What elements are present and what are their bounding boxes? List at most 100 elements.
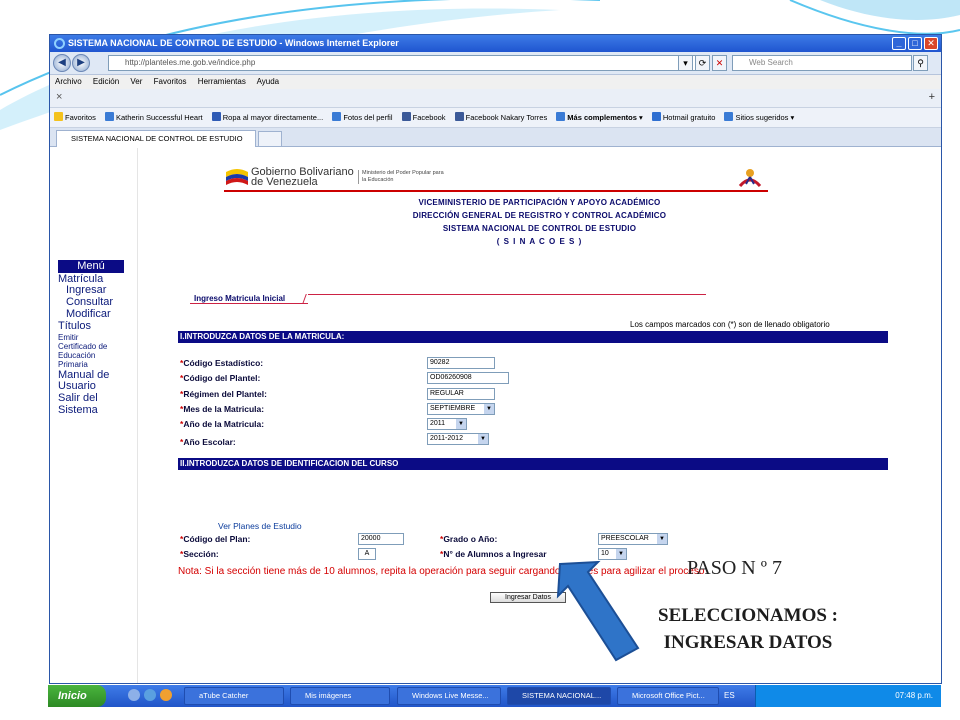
label-codigo-estadistico: *Código Estadístico:: [180, 358, 264, 368]
seccion-input[interactable]: A: [358, 548, 376, 560]
menu-ayuda[interactable]: Ayuda: [257, 77, 280, 86]
back-icon[interactable]: ◀: [53, 54, 71, 72]
firefox-quicklaunch-icon[interactable]: [160, 689, 172, 701]
taskbar-item-atube[interactable]: aTube Catcher: [184, 687, 284, 705]
menu-favoritos[interactable]: Favoritos: [154, 77, 187, 86]
page-icon: [724, 112, 734, 121]
add-toolbar-icon[interactable]: +: [929, 91, 935, 103]
window-titlebar: SISTEMA NACIONAL DE CONTROL DE ESTUDIO -…: [50, 35, 941, 52]
fav-item-hotmail[interactable]: Hotmail gratuito: [651, 108, 715, 128]
header-line-3: SISTEMA NACIONAL DE CONTROL DE ESTUDIO: [442, 224, 637, 233]
header-line-4: ( S I N A C O E S ): [496, 237, 583, 246]
codigo-plan-input[interactable]: 20000: [358, 533, 404, 545]
anio-select[interactable]: 2011 ▼: [427, 418, 467, 430]
sidebar-item-emitir[interactable]: Emitir: [58, 333, 78, 342]
codigo-plantel-input[interactable]: OD06260908: [427, 372, 509, 384]
facebook-icon: [454, 112, 464, 121]
window-title: SISTEMA NACIONAL DE CONTROL DE ESTUDIO -…: [68, 38, 399, 48]
required-note: Los campos marcados con (*) son de llena…: [630, 320, 830, 329]
system-tray: 07:48 p.m.: [755, 685, 941, 707]
url-dropdown-icon[interactable]: ▾: [678, 55, 693, 71]
new-tab-button[interactable]: [258, 131, 282, 146]
left-column: [50, 148, 138, 683]
instruction-text: SELECCIONAMOS : INGRESAR DATOS: [658, 605, 838, 653]
fav-item-facebook[interactable]: Facebook: [401, 108, 446, 128]
start-button[interactable]: Inicio: [48, 685, 106, 707]
language-indicator[interactable]: ES: [724, 685, 735, 707]
url-input[interactable]: http://planteles.me.gob.ve/indice.php: [108, 55, 700, 71]
sidebar-item-ingresar[interactable]: Ingresar: [66, 285, 106, 296]
url-text: http://planteles.me.gob.ve/indice.php: [125, 58, 256, 67]
chevron-down-icon: ▼: [657, 534, 667, 544]
search-input[interactable]: Web Search: [732, 55, 912, 71]
tab-bar: SISTEMA NACIONAL DE CONTROL DE ESTUDIO: [50, 128, 941, 147]
label-codigo-plan: *Código del Plan:: [180, 534, 251, 544]
sidebar-item-sistema[interactable]: Sistema: [58, 405, 98, 416]
menu-herramientas[interactable]: Herramientas: [198, 77, 246, 86]
taskbar-item-office[interactable]: Microsoft Office Pict...: [617, 687, 719, 705]
hotmail-icon: [651, 112, 661, 121]
close-button[interactable]: ✕: [924, 37, 938, 50]
taskbar-item-sinacoes[interactable]: SISTEMA NACIONAL...: [507, 687, 611, 705]
search-icon[interactable]: ⚲: [913, 55, 928, 71]
ver-planes-link[interactable]: Ver Planes de Estudio: [218, 521, 302, 531]
refresh-icon[interactable]: ⟳: [695, 55, 710, 71]
toolbar-row: × +: [50, 89, 941, 108]
regimen-input[interactable]: REGULAR: [427, 388, 495, 400]
fav-item-mas-complementos[interactable]: Más complementos ▾: [556, 108, 643, 128]
quicklaunch-icon[interactable]: [128, 689, 140, 701]
ie-window: SISTEMA NACIONAL DE CONTROL DE ESTUDIO -…: [49, 34, 942, 684]
codigo-estadistico-input[interactable]: 90282: [427, 357, 495, 369]
facebook-icon: [401, 112, 411, 121]
sidebar-item-educacion[interactable]: Educación: [58, 351, 95, 360]
page-icon: [332, 112, 342, 121]
tab-sinacoes[interactable]: SISTEMA NACIONAL DE CONTROL DE ESTUDIO: [56, 130, 256, 147]
chevron-down-icon: ▼: [484, 404, 494, 414]
mes-select[interactable]: SEPTIEMBRE ▼: [427, 403, 495, 415]
sidebar-item-modificar[interactable]: Modificar: [66, 309, 111, 320]
title-topline: [308, 294, 706, 295]
fav-item-facebook-nakary[interactable]: Facebook Nakary Torres: [454, 108, 547, 128]
menu-bar: Archivo Edición Ver Favoritos Herramient…: [50, 75, 941, 89]
windows-taskbar: Inicio aTube Catcher Mis imágenes Window…: [48, 685, 941, 707]
label-anio-escolar: *Año Escolar:: [180, 437, 236, 447]
logo-ministerio: Ministerio del Poder Popular para la Edu…: [358, 170, 448, 184]
sidebar-item-titulos[interactable]: Títulos: [58, 321, 91, 332]
label-n-alumnos: *N° de Alumnos a Ingresar: [440, 549, 547, 559]
sidebar-item-usuario[interactable]: Usuario: [58, 381, 96, 392]
clock[interactable]: 07:48 p.m.: [895, 691, 933, 700]
header-line-2: DIRECCIÓN GENERAL DE REGISTRO Y CONTROL …: [412, 211, 667, 220]
label-seccion: *Sección:: [180, 549, 219, 559]
label-regimen: *Régimen del Plantel:: [180, 389, 267, 399]
minimize-button[interactable]: _: [892, 37, 906, 50]
menu-edicion[interactable]: Edición: [93, 77, 119, 86]
taskbar-item-messenger[interactable]: Windows Live Messe...: [397, 687, 501, 705]
sidebar-item-certificado[interactable]: Certificado de: [58, 342, 107, 351]
page-icon: [104, 112, 114, 121]
forward-icon[interactable]: ▶: [72, 54, 90, 72]
address-bar: ◀ ▶ http://planteles.me.gob.ve/indice.ph…: [50, 52, 941, 75]
fav-item-katherin[interactable]: Katherin Successful Heart: [104, 108, 203, 128]
fav-item-ropa[interactable]: Ropa al mayor directamente...: [211, 108, 323, 128]
page-icon: [211, 112, 221, 121]
favorites-button[interactable]: Favoritos: [54, 108, 96, 128]
label-grado: *Grado o Año:: [440, 534, 498, 544]
close-toolbar-icon[interactable]: ×: [56, 91, 62, 103]
form-section-title: Ingreso Matricula Inicial: [194, 294, 286, 303]
sidebar-item-primaria[interactable]: Primaria: [58, 360, 88, 369]
fav-item-fotos[interactable]: Fotos del perfil: [332, 108, 393, 128]
taskbar-item-mis-imagenes[interactable]: Mis imágenes: [290, 687, 390, 705]
chevron-down-icon: ▼: [478, 434, 488, 444]
ie-quicklaunch-icon[interactable]: [144, 689, 156, 701]
sidebar-item-consultar[interactable]: Consultar: [66, 297, 113, 308]
sidebar-item-salir[interactable]: Salir del: [58, 393, 98, 404]
header-line-1: VICEMINISTERIO DE PARTICIPACIÓN Y APOYO …: [418, 198, 661, 207]
maximize-button[interactable]: □: [908, 37, 922, 50]
grado-select[interactable]: PREESCOLAR ▼: [598, 533, 668, 545]
menu-archivo[interactable]: Archivo: [55, 77, 82, 86]
anio-escolar-select[interactable]: 2011-2012 ▼: [427, 433, 489, 445]
fav-item-sitios[interactable]: Sitios sugeridos ▾: [724, 108, 794, 128]
stop-icon[interactable]: ✕: [712, 55, 727, 71]
menu-ver[interactable]: Ver: [130, 77, 142, 86]
favorites-bar: Favoritos Katherin Successful Heart Ropa…: [50, 108, 941, 128]
